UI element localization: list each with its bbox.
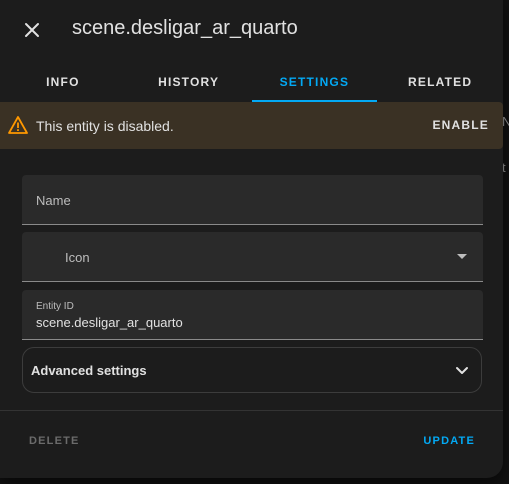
name-field-label: Name [36, 193, 71, 208]
tab-related[interactable]: RELATED [377, 62, 503, 102]
footer-divider [0, 410, 503, 411]
delete-button[interactable]: DELETE [29, 435, 80, 447]
alert-message: This entity is disabled. [36, 118, 174, 134]
warning-icon [8, 116, 28, 134]
entity-id-field[interactable]: Entity ID scene.desligar_ar_quarto [22, 290, 483, 340]
entity-id-value: scene.desligar_ar_quarto [36, 315, 183, 330]
entity-settings-dialog: scene.desligar_ar_quarto INFO HISTORY SE… [0, 0, 503, 478]
chevron-down-icon [456, 367, 468, 374]
icon-picker[interactable]: Icon [22, 232, 483, 282]
entity-id-label: Entity ID [36, 301, 74, 312]
close-button[interactable] [20, 18, 44, 42]
icon-field-label: Icon [65, 250, 90, 265]
close-icon [25, 23, 39, 37]
caret-down-icon[interactable] [457, 254, 467, 259]
advanced-settings-expander[interactable]: Advanced settings [22, 347, 482, 393]
background-text-right-1: N [502, 114, 509, 129]
tab-settings[interactable]: SETTINGS [251, 62, 378, 102]
enable-button[interactable]: ENABLE [432, 118, 489, 132]
update-button[interactable]: UPDATE [423, 435, 475, 447]
tab-info[interactable]: INFO [0, 62, 126, 102]
tab-history[interactable]: HISTORY [126, 62, 252, 102]
name-field[interactable]: Name [22, 175, 483, 225]
advanced-settings-label: Advanced settings [31, 363, 147, 378]
dialog-title: scene.desligar_ar_quarto [72, 17, 298, 39]
disabled-alert: This entity is disabled. ENABLE [0, 102, 503, 149]
tab-bar: INFO HISTORY SETTINGS RELATED [0, 62, 503, 102]
dialog-header: scene.desligar_ar_quarto [0, 0, 503, 60]
